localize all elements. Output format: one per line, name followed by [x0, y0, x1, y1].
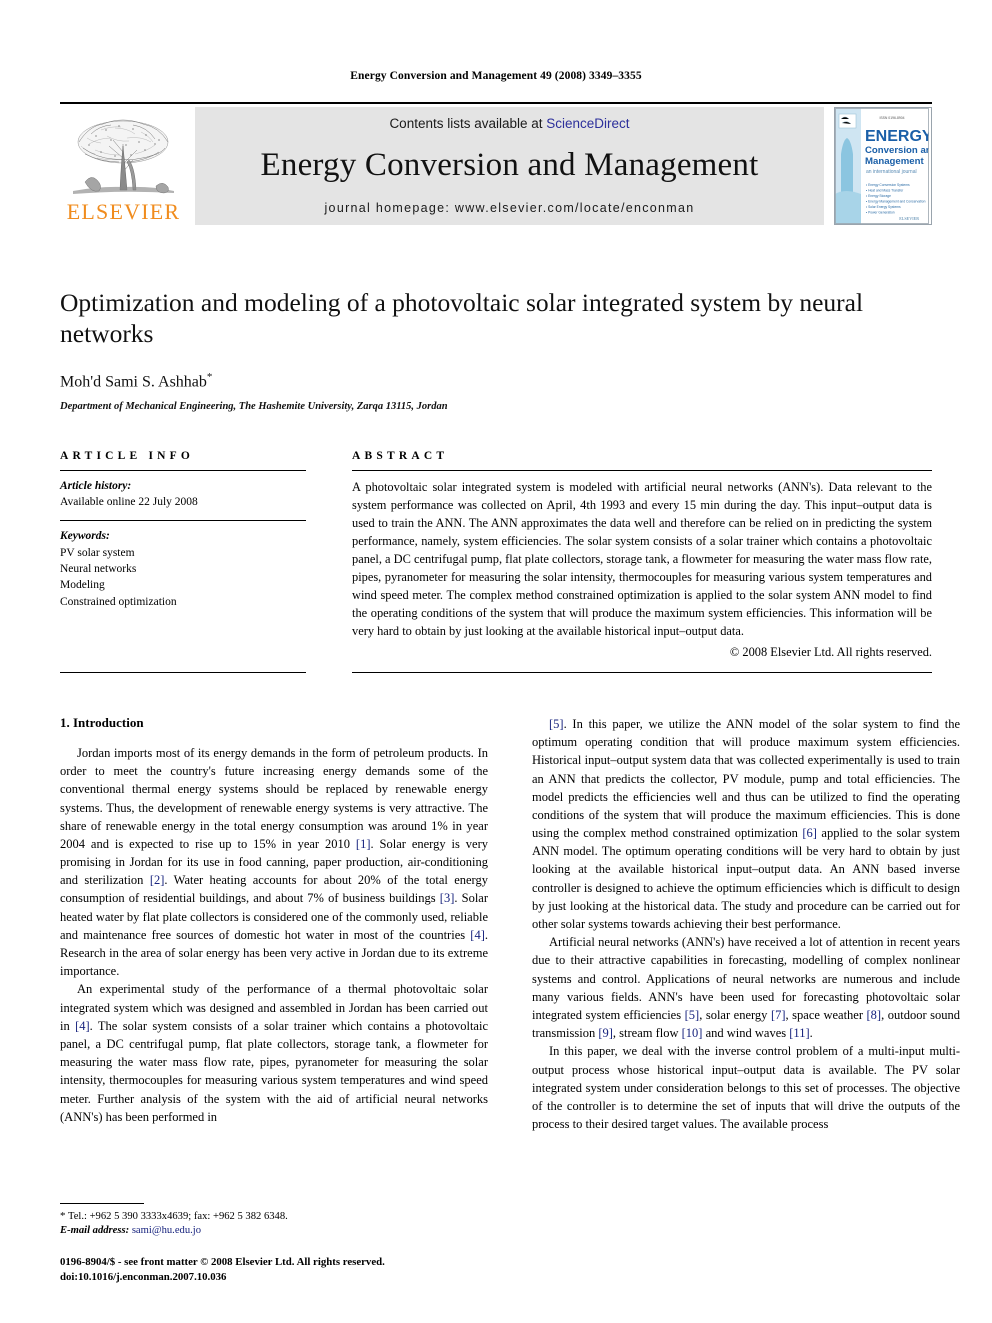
contents-available-line: Contents lists available at ScienceDirec… [389, 116, 629, 131]
svg-text:• Energy Storage: • Energy Storage [866, 194, 891, 198]
paragraph: [5]. In this paper, we utilize the ANN m… [532, 716, 960, 932]
svg-text:• Energy Management and Conser: • Energy Management and Conservation [866, 199, 926, 203]
elsevier-logo: ELSEVIER [60, 107, 187, 225]
running-head: Energy Conversion and Management 49 (200… [350, 70, 642, 82]
svg-text:• Energy Conversion Systems: • Energy Conversion Systems [866, 183, 910, 187]
body-column-right: [5]. In this paper, we utilize the ANN m… [532, 715, 960, 1133]
sciencedirect-link[interactable]: ScienceDirect [546, 116, 629, 131]
contents-prefix: Contents lists available at [389, 115, 547, 131]
doi-line: doi:10.1016/j.enconman.2007.10.036 [60, 1271, 227, 1284]
svg-text:• Heat and Mass Transfer: • Heat and Mass Transfer [866, 188, 904, 192]
svg-text:Management: Management [865, 156, 924, 167]
citation-ref[interactable]: [5] [549, 717, 564, 731]
paragraph: An experimental study of the performance… [60, 982, 488, 1124]
paragraph: Jordan imports most of its energy demand… [60, 745, 488, 979]
footnote-email-label: E-mail address: [60, 1225, 130, 1237]
keywords-title: Keywords: [60, 530, 110, 543]
author-list: Moh'd Sami S. Ashhab* [60, 371, 932, 391]
footnote-contact-text: Tel.: +962 5 390 3333x4639; fax: +962 5 … [67, 1210, 288, 1222]
keyword-item: Constrained optimization [60, 595, 177, 608]
masthead-center-panel: Contents lists available at ScienceDirec… [195, 106, 824, 225]
svg-text:• Power Generation: • Power Generation [866, 210, 895, 214]
elsevier-wordmark: ELSEVIER [66, 198, 181, 224]
title-block: Optimization and modeling of a photovolt… [60, 287, 932, 412]
citation-ref[interactable]: [10] [682, 1026, 703, 1040]
svg-text:ELSEVIER: ELSEVIER [899, 216, 919, 221]
info-abstract-section: ARTICLE INFO Article history: Available … [60, 450, 932, 673]
abstract-text: A photovoltaic solar integrated system i… [352, 479, 932, 638]
citation-ref[interactable]: [8] [867, 1008, 882, 1022]
citation-ref[interactable]: [7] [771, 1008, 786, 1022]
abstract-label: ABSTRACT [352, 449, 449, 462]
journal-title: Energy Conversion and Management [260, 147, 759, 184]
article-history-title: Article history: [60, 479, 132, 492]
footnote-email-link[interactable]: sami@hu.edu.jo [132, 1225, 201, 1236]
elsevier-tree-icon [73, 119, 174, 194]
paragraph: Artificial neural networks (ANN's) have … [532, 935, 960, 1041]
divider [352, 671, 932, 673]
svg-text:• Solar Energy Systems: • Solar Energy Systems [866, 205, 901, 209]
article-history-value: Available online 22 July 2008 [60, 496, 198, 509]
page-title: Optimization and modeling of a photovolt… [60, 287, 864, 348]
journal-cover-image: ISSN 0196-8904 ENERGY Conversion and Man… [835, 107, 931, 224]
svg-text:ISSN 0196-8904: ISSN 0196-8904 [879, 116, 904, 120]
footnote-block: * Tel.: +962 5 390 3333x4639; fax: +962 … [60, 1202, 488, 1286]
citation-ref[interactable]: [1] [356, 837, 371, 851]
citation-ref[interactable]: [9] [598, 1026, 613, 1040]
citation-ref[interactable]: [4] [470, 928, 485, 942]
footnote-contact-line: * Tel.: +962 5 390 3333x4639; fax: +962 … [60, 1209, 488, 1224]
paragraph: In this paper, we deal with the inverse … [532, 1044, 960, 1132]
affiliation: Department of Mechanical Engineering, Th… [60, 400, 448, 412]
issn-doi-block: 0196-8904/$ - see front matter © 2008 El… [60, 1255, 488, 1286]
footnote-divider [60, 1202, 144, 1204]
journal-homepage-link[interactable]: journal homepage: www.elsevier.com/locat… [324, 201, 694, 215]
svg-text:Conversion and: Conversion and [865, 145, 929, 156]
citation-ref[interactable]: [4] [75, 1019, 90, 1033]
citation-ref[interactable]: [11] [789, 1026, 809, 1040]
citation-ref[interactable]: [6] [802, 826, 817, 840]
keywords-group: Keywords: PV solar system Neural network… [60, 521, 306, 610]
author-footnote-marker[interactable]: * [207, 371, 213, 383]
keyword-item: PV solar system [60, 546, 135, 559]
article-history-group: Article history: Available online 22 Jul… [60, 471, 306, 511]
author-name: Moh'd Sami S. Ashhab [60, 373, 207, 391]
keyword-item: Modeling [60, 579, 105, 592]
section-heading-introduction: 1. Introduction [60, 714, 144, 730]
paper-page: Energy Conversion and Management 49 (200… [0, 0, 992, 1323]
svg-text:an international journal: an international journal [866, 169, 917, 175]
divider [60, 671, 306, 673]
body-columns: 1. Introduction Jordan imports most of i… [60, 715, 960, 1133]
abstract-copyright: © 2008 Elsevier Ltd. All rights reserved… [729, 644, 932, 659]
svg-text:ENERGY: ENERGY [865, 128, 929, 145]
citation-ref[interactable]: [5] [685, 1008, 700, 1022]
article-info-label: ARTICLE INFO [60, 449, 195, 462]
footnote-marker: * [60, 1209, 66, 1222]
abstract-column: ABSTRACT A photovoltaic solar integrated… [352, 450, 932, 673]
footnote-email-line: E-mail address: sami@hu.edu.jo [60, 1224, 488, 1238]
citation-ref[interactable]: [3] [440, 891, 455, 905]
keyword-item: Neural networks [60, 563, 137, 575]
citation-ref[interactable]: [2] [150, 873, 165, 887]
issn-line: 0196-8904/$ - see front matter © 2008 El… [60, 1255, 385, 1268]
journal-cover-thumbnail: ISSN 0196-8904 ENERGY Conversion and Man… [834, 106, 932, 225]
body-column-left: 1. Introduction Jordan imports most of i… [60, 715, 488, 1126]
journal-masthead: ELSEVIER Contents lists available at Sci… [60, 101, 932, 225]
article-info-column: ARTICLE INFO Article history: Available … [60, 450, 306, 673]
